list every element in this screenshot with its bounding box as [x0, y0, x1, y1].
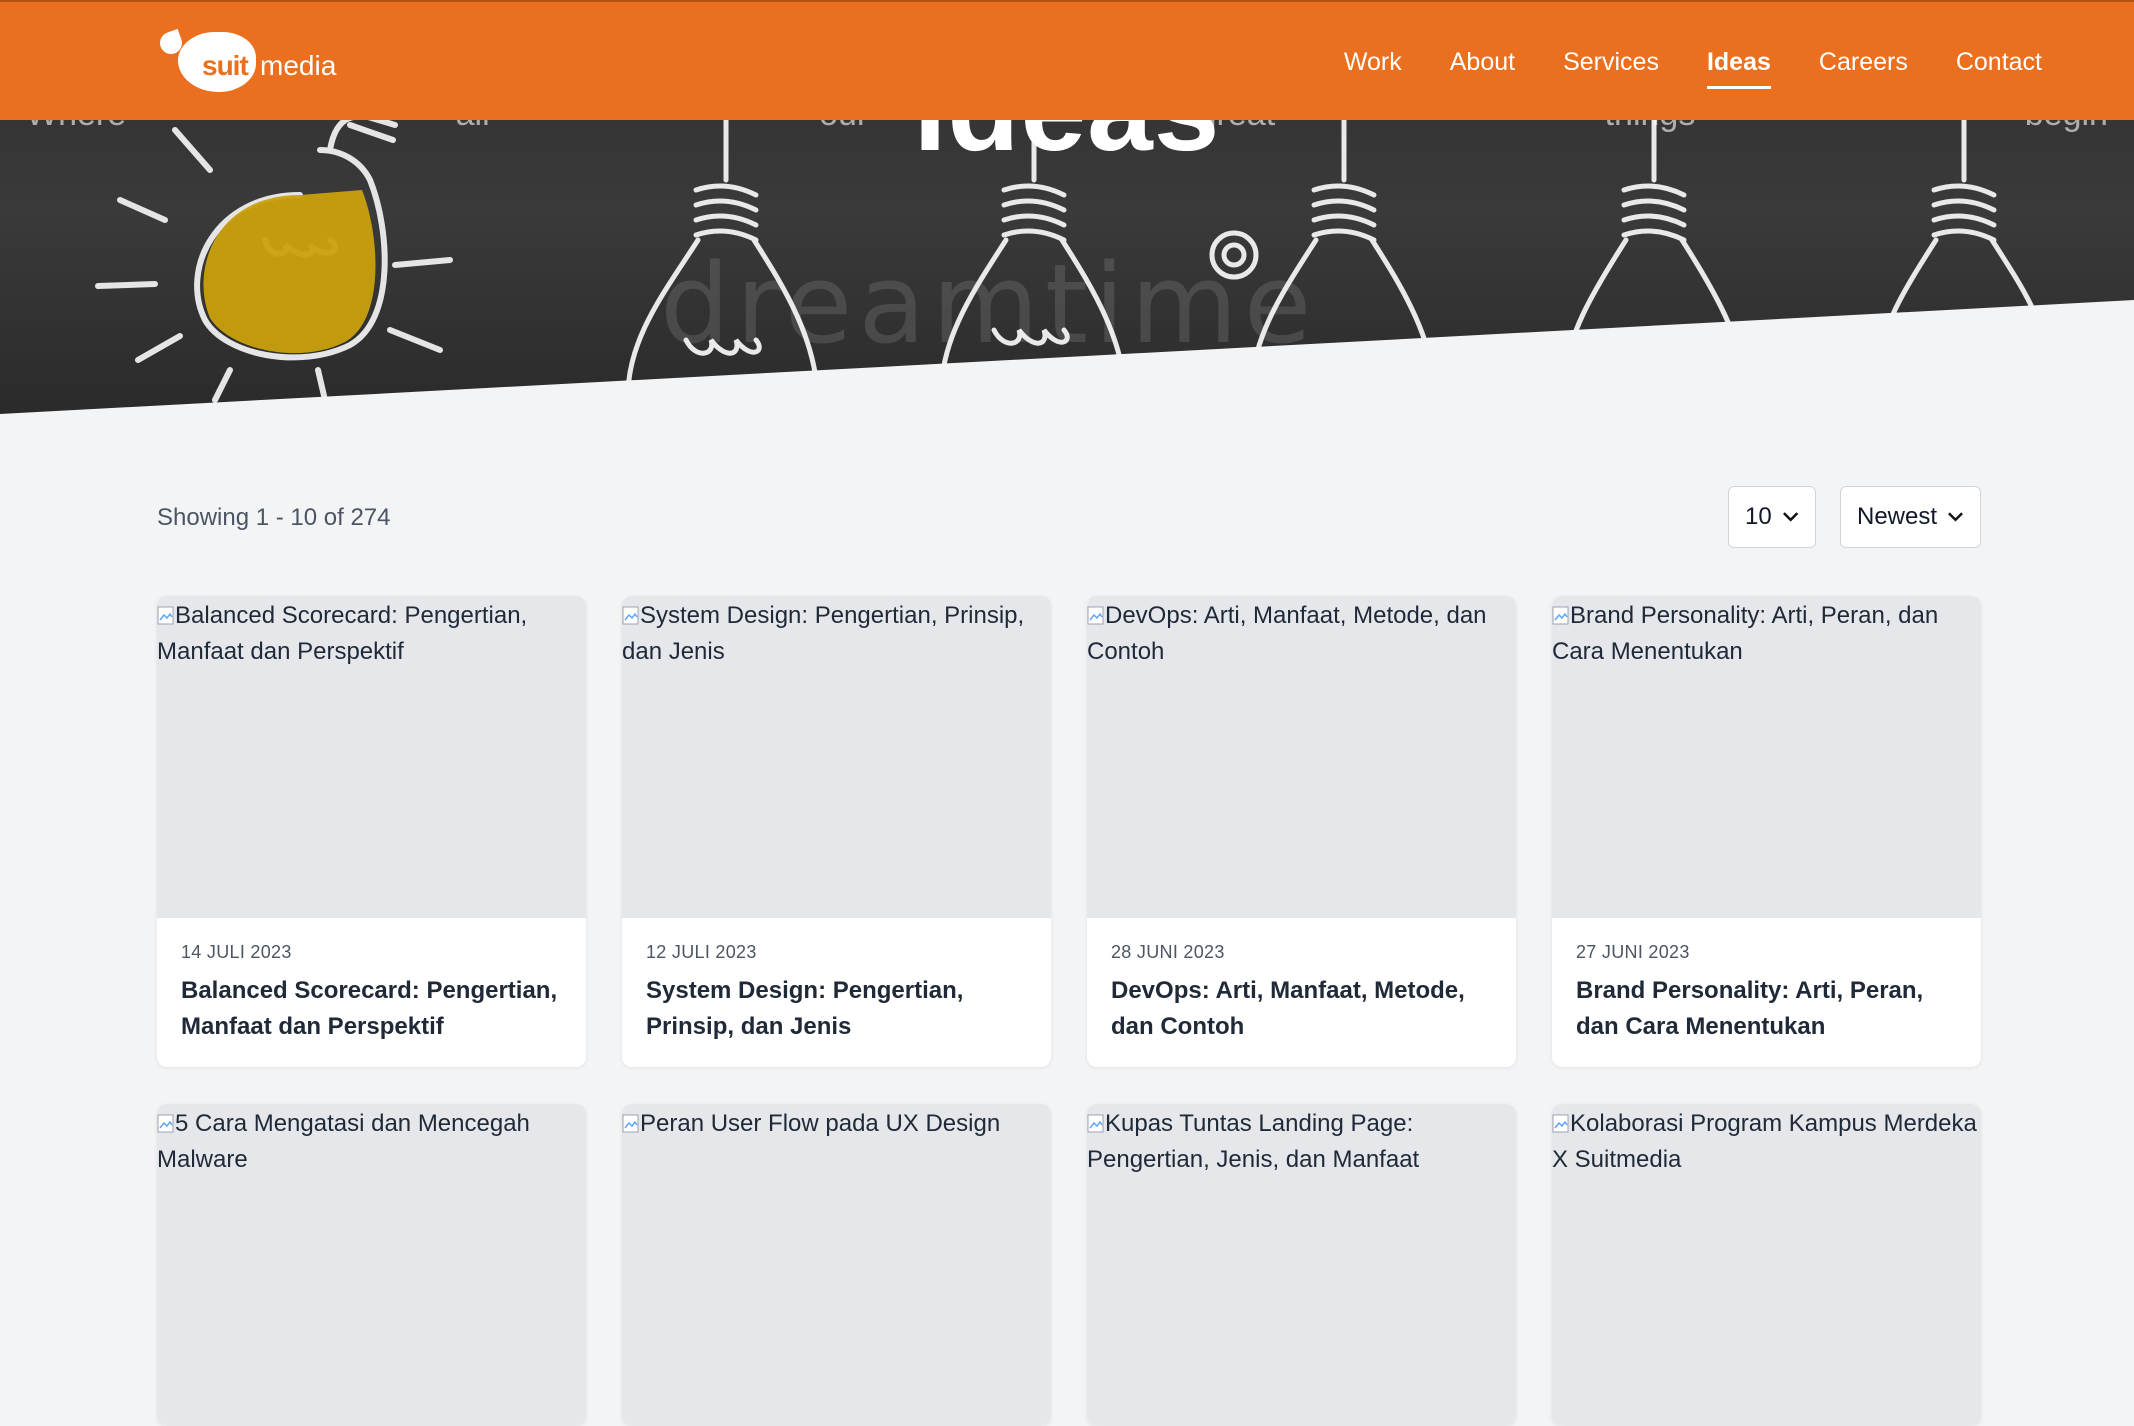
post-thumbnail-alt: 5 Cara Mengatasi dan Mencegah Malware — [157, 1110, 530, 1173]
suitmedia-logo[interactable]: suit media — [156, 28, 336, 96]
broken-image-icon — [622, 606, 639, 625]
post-date: 28 JUNI 2023 — [1111, 942, 1225, 962]
post-thumbnail: Kolaborasi Program Kampus Merdeka X Suit… — [1552, 1104, 1981, 1426]
post-thumbnail-alt: System Design: Pengertian, Prinsip, dan … — [622, 602, 1025, 665]
broken-image-icon — [1087, 606, 1104, 625]
post-title[interactable]: Brand Personality: Arti, Peran, dan Cara… — [1576, 973, 1957, 1045]
post-card[interactable]: System Design: Pengertian, Prinsip, dan … — [622, 596, 1051, 1067]
nav-careers[interactable]: Careers — [1819, 42, 1908, 83]
nav-about[interactable]: About — [1450, 42, 1515, 83]
broken-image-icon — [1552, 1114, 1569, 1133]
post-thumbnail-alt: Brand Personality: Arti, Peran, dan Cara… — [1552, 602, 1939, 665]
post-date: 27 JUNI 2023 — [1576, 942, 1690, 962]
logo-text-suit: suit — [202, 50, 249, 81]
results-count: Showing 1 - 10 of 274 — [157, 504, 391, 531]
per-page-value: 10 — [1745, 503, 1772, 530]
per-page-select[interactable]: 10 — [1728, 486, 1816, 548]
post-thumbnail: Balanced Scorecard: Pengertian, Manfaat … — [157, 596, 586, 918]
hero-watermark: dreamtime — [660, 240, 1318, 368]
post-thumbnail-alt: Kupas Tuntas Landing Page: Pengertian, J… — [1087, 1110, 1420, 1173]
post-title[interactable]: System Design: Pengertian, Prinsip, dan … — [646, 973, 1027, 1045]
post-thumbnail: Kupas Tuntas Landing Page: Pengertian, J… — [1087, 1104, 1516, 1426]
chevron-down-icon — [1782, 512, 1798, 522]
post-card[interactable]: 5 Cara Mengatasi dan Mencegah Malware — [157, 1104, 586, 1426]
post-card[interactable]: Kupas Tuntas Landing Page: Pengertian, J… — [1087, 1104, 1516, 1426]
sort-select[interactable]: Newest — [1840, 486, 1981, 548]
main-nav: Work About Services Ideas Careers Contac… — [1344, 2, 2042, 122]
post-thumbnail: System Design: Pengertian, Prinsip, dan … — [622, 596, 1051, 918]
chevron-down-icon — [1948, 512, 1963, 522]
logo-text-media: media — [260, 50, 337, 81]
broken-image-icon — [1552, 606, 1569, 625]
post-date: 12 JULI 2023 — [646, 942, 757, 962]
sort-value: Newest — [1857, 503, 1938, 530]
post-thumbnail: Peran User Flow pada UX Design — [622, 1104, 1051, 1426]
post-title[interactable]: DevOps: Arti, Manfaat, Metode, dan Conto… — [1111, 973, 1492, 1045]
broken-image-icon — [157, 606, 174, 625]
nav-contact[interactable]: Contact — [1956, 42, 2042, 83]
post-thumbnail-alt: Peran User Flow pada UX Design — [640, 1110, 1001, 1137]
broken-image-icon — [1087, 1114, 1104, 1133]
nav-work[interactable]: Work — [1344, 42, 1402, 83]
post-card[interactable]: Kolaborasi Program Kampus Merdeka X Suit… — [1552, 1104, 1981, 1426]
post-thumbnail: DevOps: Arti, Manfaat, Metode, dan Conto… — [1087, 596, 1516, 918]
post-card[interactable]: Balanced Scorecard: Pengertian, Manfaat … — [157, 596, 586, 1067]
broken-image-icon — [622, 1114, 639, 1133]
post-thumbnail-alt: Balanced Scorecard: Pengertian, Manfaat … — [157, 602, 528, 665]
post-thumbnail: Brand Personality: Arti, Peran, dan Cara… — [1552, 596, 1981, 918]
post-thumbnail: 5 Cara Mengatasi dan Mencegah Malware — [157, 1104, 586, 1426]
post-thumbnail-alt: DevOps: Arti, Manfaat, Metode, dan Conto… — [1087, 602, 1487, 665]
post-title[interactable]: Balanced Scorecard: Pengertian, Manfaat … — [181, 973, 562, 1045]
site-header: suit media Work About Services Ideas Car… — [0, 0, 2134, 120]
post-card[interactable]: Brand Personality: Arti, Peran, dan Cara… — [1552, 596, 1981, 1067]
post-date: 14 JULI 2023 — [181, 942, 292, 962]
nav-ideas[interactable]: Ideas — [1706, 42, 1771, 89]
nav-services[interactable]: Services — [1563, 42, 1659, 83]
post-card[interactable]: DevOps: Arti, Manfaat, Metode, dan Conto… — [1087, 596, 1516, 1067]
post-thumbnail-alt: Kolaborasi Program Kampus Merdeka X Suit… — [1552, 1110, 1977, 1173]
broken-image-icon — [157, 1114, 174, 1133]
post-card[interactable]: Peran User Flow pada UX Design — [622, 1104, 1051, 1426]
